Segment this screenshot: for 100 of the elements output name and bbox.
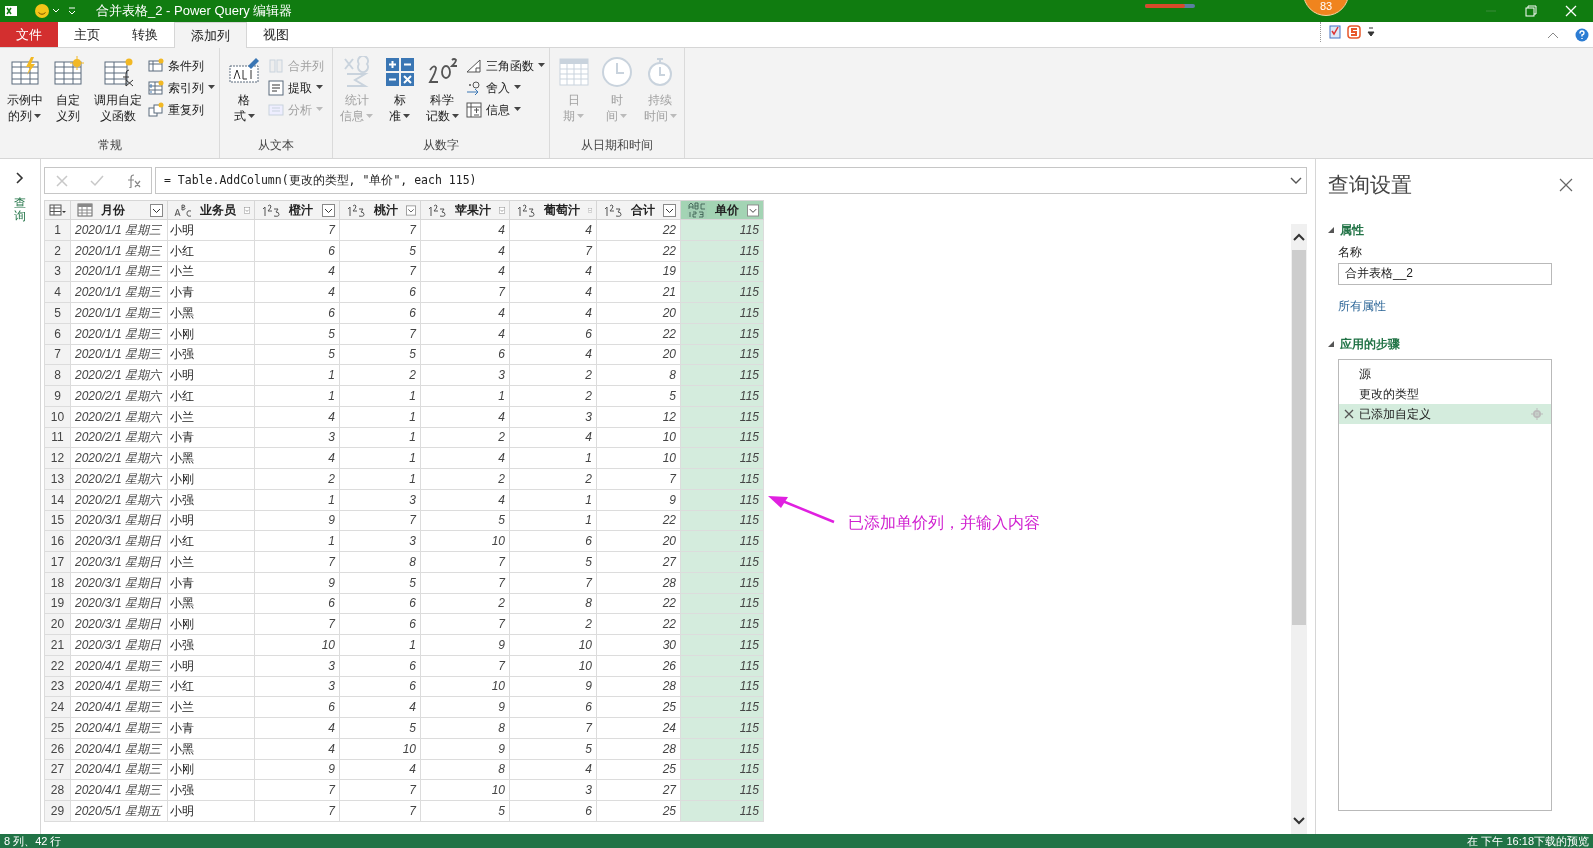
applied-step[interactable]: 源 — [1339, 363, 1551, 384]
table-cell: 2 — [340, 365, 421, 386]
table-cell: 115 — [681, 510, 764, 532]
table-cell: 3 — [510, 780, 597, 801]
table-cell: 6 — [340, 655, 421, 677]
column-header[interactable]: 月份 — [71, 200, 168, 220]
scroll-thumb[interactable] — [1292, 250, 1306, 625]
column-header[interactable]: 桃汁 — [340, 200, 421, 220]
applied-step[interactable]: 更改的类型 — [1339, 383, 1551, 404]
ribbon-tab[interactable]: 文件 — [0, 22, 58, 47]
calculator-icon — [383, 56, 416, 88]
table-cell: 小明 — [168, 220, 255, 241]
column-header[interactable]: 葡萄汁 — [510, 200, 597, 220]
chevron-down-icon[interactable] — [1290, 176, 1302, 185]
formula-field[interactable]: = Table.AddColumn(更改的类型, "单价", each 115) — [155, 167, 1307, 194]
ribbon-button[interactable]: 格 式 — [224, 52, 264, 124]
ribbon-button[interactable]: 科学 记数 — [422, 52, 462, 124]
ribbon-button[interactable]: 提取 — [268, 78, 324, 97]
document-check-icon[interactable] — [1329, 25, 1341, 39]
table-cell: 小红 — [168, 386, 255, 407]
queries-pane-label[interactable]: 查询 — [14, 197, 26, 224]
table-cell: 小兰 — [168, 261, 255, 283]
overflow-icon[interactable] — [1367, 26, 1375, 38]
table-cell: 6 — [255, 593, 340, 615]
ribbon-button[interactable]: 舍入 — [466, 78, 545, 97]
table-cell: 115 — [681, 323, 764, 345]
table-cell: 4 — [421, 220, 510, 241]
input-method-icon[interactable] — [1347, 25, 1361, 39]
table-cell: 1 — [255, 365, 340, 386]
table-cell: 1 — [510, 510, 597, 532]
name-field[interactable]: 合并表格__2 — [1338, 262, 1552, 285]
ribbon-button[interactable]: 条件列 — [148, 56, 215, 75]
table-cell: 2020/3/1 星期日 — [71, 510, 168, 532]
excel-icon[interactable] — [4, 4, 18, 18]
ribbon-tab[interactable]: 添加列 — [174, 22, 247, 48]
table-cell: 3 — [510, 406, 597, 428]
table-cell: 小明 — [168, 655, 255, 677]
table-cell: 6 — [340, 303, 421, 324]
close-icon[interactable] — [1559, 177, 1573, 192]
table-cell: 2 — [421, 593, 510, 615]
filter-dropdown-icon[interactable] — [322, 203, 335, 217]
expand-icon[interactable] — [15, 171, 25, 185]
delete-icon[interactable] — [1343, 407, 1355, 420]
table-cell: 9 — [421, 738, 510, 760]
help-icon[interactable] — [1575, 27, 1589, 42]
column-header[interactable]: 橙汁 — [255, 200, 340, 220]
column-header[interactable]: 苹果汁 — [421, 200, 510, 220]
ribbon-button[interactable]: 索引列 — [148, 78, 215, 97]
check-icon[interactable] — [90, 173, 104, 188]
ribbon-button[interactable]: 调用自定 义函数 — [91, 52, 144, 124]
table-cell: 小明 — [168, 510, 255, 532]
table-cell: 2020/4/1 星期三 — [71, 676, 168, 698]
ribbon-button[interactable]: 三角函数 — [466, 56, 545, 75]
row-number: 11 — [44, 427, 71, 449]
table-cell: 2020/4/1 星期三 — [71, 718, 168, 739]
collapse-ribbon-icon[interactable] — [1547, 30, 1559, 39]
ribbon-tab[interactable]: 转换 — [116, 22, 174, 47]
smiley-icon[interactable] — [34, 3, 50, 19]
ribbon-button[interactable]: 示例中 的列 — [4, 52, 46, 124]
group-label: 从数字 — [422, 137, 460, 154]
collapse-triangle-icon[interactable] — [1328, 340, 1334, 347]
table-cell: 1 — [340, 448, 421, 469]
table-cell: 7 — [510, 240, 597, 262]
table-cell: 3 — [255, 676, 340, 698]
column-header[interactable]: 合计 — [597, 200, 681, 220]
row-number: 26 — [44, 738, 71, 760]
applied-step[interactable]: 已添加自定义 — [1339, 403, 1551, 424]
column-header[interactable]: 业务员 — [168, 200, 255, 220]
slider-track[interactable] — [1145, 4, 1195, 8]
ribbon-tab[interactable]: 主页 — [58, 22, 116, 47]
table-cell: 115 — [681, 552, 764, 573]
table-cell: 115 — [681, 759, 764, 781]
scroll-up-icon[interactable] — [1293, 232, 1305, 242]
table-cell: 2020/1/1 星期三 — [71, 282, 168, 303]
table-menu-button[interactable] — [44, 200, 71, 220]
filter-dropdown-icon[interactable] — [406, 203, 416, 217]
caret-icon[interactable] — [52, 8, 60, 14]
scroll-down-icon[interactable] — [1293, 816, 1305, 826]
ribbon-tab[interactable]: 视图 — [247, 22, 305, 47]
table-cell: 1 — [340, 406, 421, 428]
collapse-triangle-icon[interactable] — [1328, 226, 1334, 233]
column-header[interactable]: 单价 — [681, 200, 764, 220]
table-cell: 5 — [510, 552, 597, 573]
table-cell: 115 — [681, 697, 764, 718]
filter-dropdown-icon[interactable] — [150, 203, 163, 217]
customize-icon[interactable] — [68, 7, 76, 15]
all-properties-link[interactable]: 所有属性 — [1338, 296, 1573, 315]
restore-icon[interactable] — [1525, 5, 1537, 17]
ribbon-button[interactable]: 标 准 — [380, 52, 419, 124]
table-cell: 1 — [510, 448, 597, 469]
column-title: 葡萄汁 — [544, 202, 580, 219]
filter-dropdown-icon[interactable] — [663, 203, 676, 217]
ribbon-button[interactable]: 信息 — [466, 100, 545, 119]
row-number: 29 — [44, 801, 71, 822]
row-number: 19 — [44, 593, 71, 615]
ribbon-button[interactable]: 自定 义列 — [49, 52, 88, 124]
table-cell: 6 — [510, 697, 597, 718]
table-cell: 小兰 — [168, 406, 255, 428]
row-number: 28 — [44, 780, 71, 801]
ribbon-button[interactable]: 重复列 — [148, 100, 215, 119]
